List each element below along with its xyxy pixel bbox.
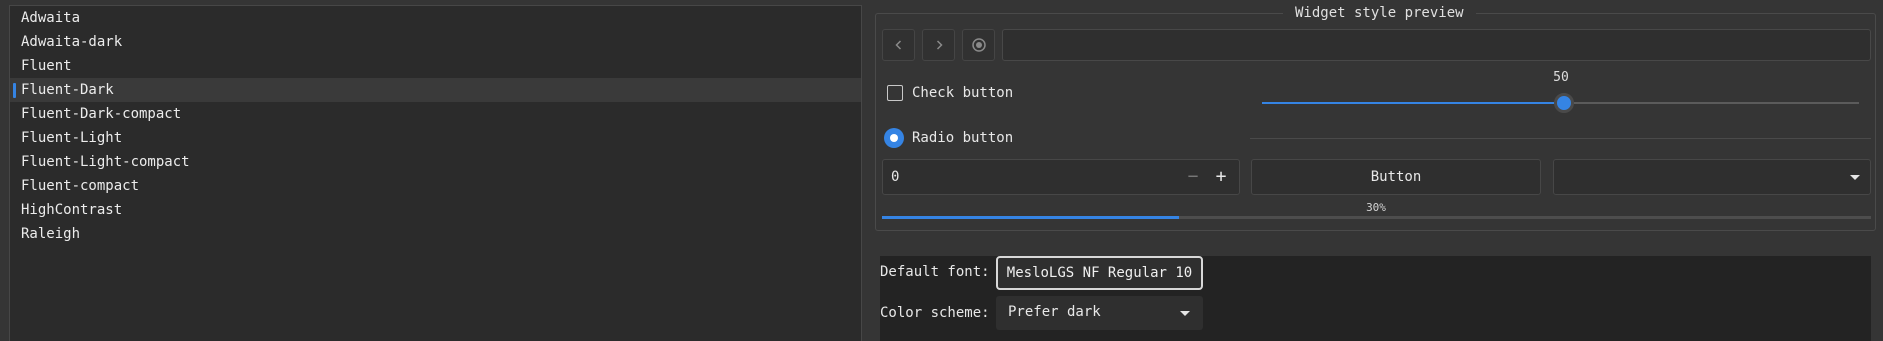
theme-list-item[interactable]: Fluent-Light-compact — [10, 150, 861, 174]
theme-list-item[interactable]: Adwaita-dark — [10, 30, 861, 54]
slider-handle[interactable] — [1553, 93, 1574, 113]
progress-bar — [882, 216, 1871, 219]
progress-label: 30% — [1366, 201, 1386, 214]
push-button[interactable]: Button — [1251, 159, 1541, 195]
theme-list[interactable]: Adwaita Adwaita-dark Fluent Fluent-Dark Flue… — [9, 5, 862, 341]
color-scheme-combo[interactable]: Prefer dark — [996, 296, 1203, 330]
slider[interactable] — [1262, 93, 1859, 113]
go-back-icon — [894, 40, 901, 50]
theme-list-item[interactable]: Raleigh — [10, 222, 861, 246]
chevron-down-icon — [1850, 175, 1860, 180]
color-scheme-label: Color scheme: — [880, 305, 990, 321]
radio-button[interactable] — [884, 128, 904, 148]
slider-fill — [1262, 102, 1561, 104]
font-chooser-button[interactable]: MesloLGS NF Regular 10 — [996, 256, 1203, 290]
go-forward-icon — [936, 40, 943, 50]
widget-preview-title: Widget style preview — [1283, 4, 1476, 22]
check-button-label[interactable]: Check button — [912, 85, 1013, 101]
theme-list-item[interactable]: Fluent-Dark-compact — [10, 102, 861, 126]
theme-list-item[interactable]: Fluent-Dark — [10, 78, 861, 102]
theme-list-item[interactable]: Fluent — [10, 54, 861, 78]
spin-button[interactable]: 0 − + — [882, 159, 1240, 195]
default-font-label: Default font: — [880, 264, 990, 280]
color-scheme-value: Prefer dark — [1008, 304, 1101, 320]
theme-list-item[interactable]: Fluent-Light — [10, 126, 861, 150]
theme-list-item[interactable]: Fluent-compact — [10, 174, 861, 198]
record-button[interactable] — [962, 29, 995, 61]
spin-increment-button[interactable]: + — [1207, 160, 1235, 194]
back-button[interactable] — [882, 29, 915, 61]
record-icon — [971, 38, 986, 52]
chevron-down-icon — [1180, 311, 1190, 316]
theme-list-item[interactable]: HighContrast — [10, 198, 861, 222]
separator — [1250, 138, 1871, 139]
text-entry[interactable] — [1002, 29, 1871, 61]
spin-value[interactable]: 0 — [891, 160, 899, 194]
spin-decrement-button[interactable]: − — [1179, 160, 1207, 194]
forward-button[interactable] — [922, 29, 955, 61]
radio-button-label[interactable]: Radio button — [912, 130, 1013, 146]
progress-fill — [882, 216, 1179, 219]
combo-box[interactable] — [1553, 159, 1871, 195]
check-button-box[interactable] — [887, 85, 903, 101]
theme-items: Adwaita Adwaita-dark Fluent Fluent-Dark Flue… — [10, 6, 861, 246]
slider-value: 50 — [1553, 70, 1569, 85]
theme-list-item[interactable]: Adwaita — [10, 6, 861, 30]
